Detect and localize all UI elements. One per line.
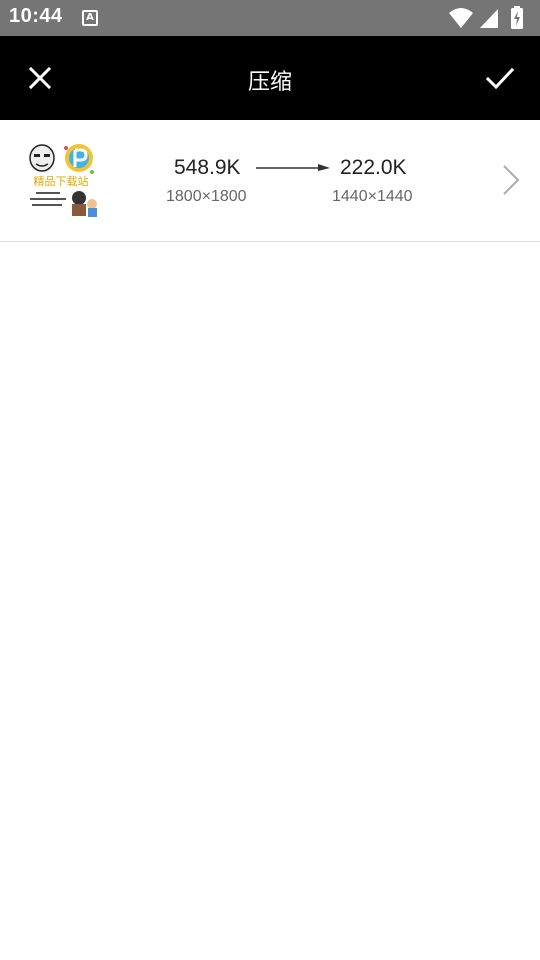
status-time: 10:44 bbox=[9, 5, 63, 27]
chevron-right-icon bbox=[503, 165, 520, 195]
status-icons bbox=[448, 6, 532, 30]
notification-icon: A bbox=[82, 10, 98, 26]
image-thumbnail: 精品下载站 bbox=[22, 142, 100, 220]
thumbnail-art: 精品下载站 bbox=[22, 142, 100, 220]
check-icon bbox=[485, 67, 515, 90]
compressed-dimensions: 1440×1440 bbox=[332, 188, 413, 205]
arrow-right-icon bbox=[256, 164, 330, 171]
battery-charging-icon bbox=[511, 6, 523, 29]
thumbnail-text: 精品下载站 bbox=[34, 174, 89, 188]
cell-signal-icon bbox=[480, 9, 498, 28]
confirm-button[interactable] bbox=[480, 58, 520, 98]
original-dimensions: 1800×1800 bbox=[166, 188, 247, 205]
original-size: 548.9K bbox=[174, 156, 241, 179]
compress-item-row[interactable]: 精品下载站 548.9K 1800×1800 222.0K 1440×1440 bbox=[0, 120, 540, 242]
page-title: 压缩 bbox=[247, 70, 292, 95]
compressed-size: 222.0K bbox=[340, 156, 407, 179]
wifi-icon bbox=[449, 8, 473, 28]
app-bar: 压缩 bbox=[0, 36, 540, 120]
status-bar: 10:44 A bbox=[0, 0, 540, 36]
